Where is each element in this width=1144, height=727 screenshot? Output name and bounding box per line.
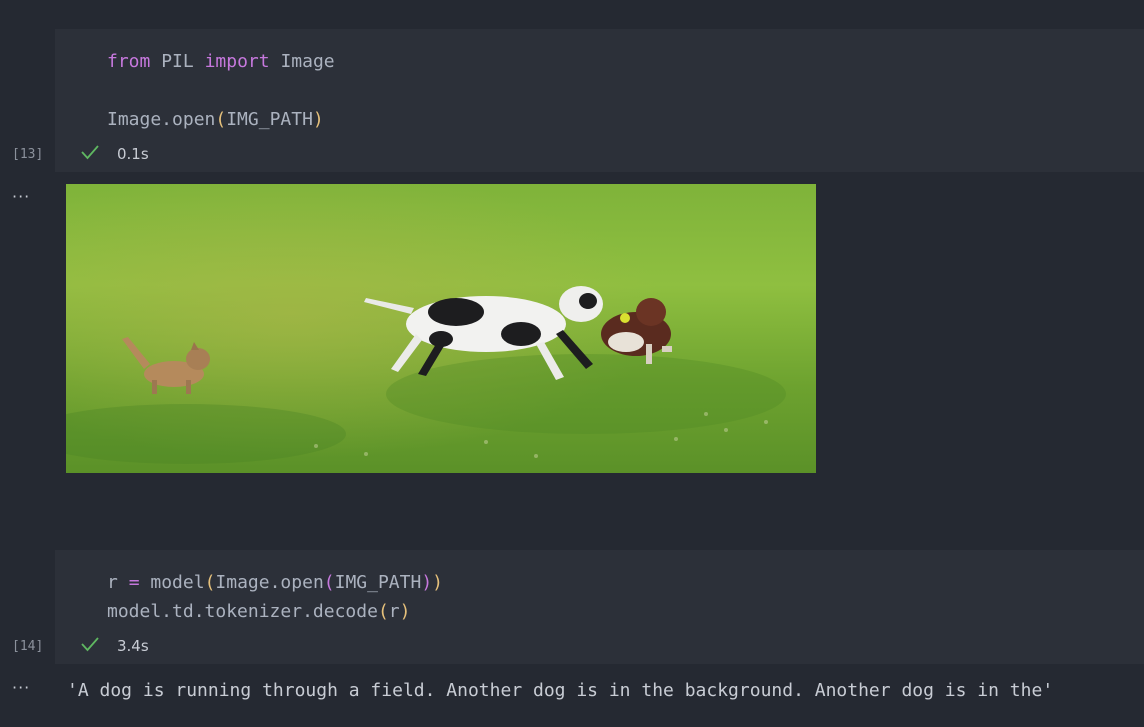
open-paren: ( xyxy=(215,109,227,130)
call-argument: IMG_PATH xyxy=(334,572,422,593)
code-cell-13[interactable]: from PIL import Image Image.open(IMG_PAT… xyxy=(55,29,1144,172)
inner-open-paren: ( xyxy=(323,572,335,593)
variable-r: r xyxy=(107,572,118,593)
code-editor[interactable]: from PIL import Image Image.open(IMG_PAT… xyxy=(107,47,335,134)
checkmark-icon xyxy=(80,142,100,167)
checkmark-icon xyxy=(80,634,100,659)
open-paren: ( xyxy=(377,601,389,622)
close-paren: ) xyxy=(312,109,324,130)
output-menu-button[interactable]: ··· xyxy=(12,187,30,206)
call-function: Image.open xyxy=(107,109,216,130)
import-name: Image xyxy=(280,51,335,72)
module-name: PIL xyxy=(161,51,194,72)
execution-duration: 3.4s xyxy=(117,637,149,655)
decode-function: model.td.tokenizer.decode xyxy=(107,601,378,622)
code-cell-14[interactable]: r = model(Image.open(IMG_PATH)) model.td… xyxy=(55,550,1144,664)
decode-argument: r xyxy=(388,601,400,622)
output-text: 'A dog is running through a field. Anoth… xyxy=(67,680,1054,701)
output-menu-button[interactable]: ··· xyxy=(12,678,30,697)
call-argument: IMG_PATH xyxy=(226,109,313,130)
keyword-from: from xyxy=(107,51,151,72)
inner-call-function: Image.open xyxy=(215,572,324,593)
notebook: from PIL import Image Image.open(IMG_PAT… xyxy=(0,0,1144,727)
call-function: model xyxy=(150,572,205,593)
open-paren: ( xyxy=(204,572,216,593)
execution-count: [13] xyxy=(12,147,44,162)
output-image xyxy=(66,184,816,473)
assign-operator: = xyxy=(128,572,140,593)
execution-count: [14] xyxy=(12,639,44,654)
code-editor[interactable]: r = model(Image.open(IMG_PATH)) model.td… xyxy=(107,568,443,626)
execution-duration: 0.1s xyxy=(117,145,149,163)
keyword-import: import xyxy=(204,51,270,72)
close-paren: ) xyxy=(432,572,444,593)
close-paren: ) xyxy=(399,601,411,622)
inner-close-paren: ) xyxy=(421,572,433,593)
